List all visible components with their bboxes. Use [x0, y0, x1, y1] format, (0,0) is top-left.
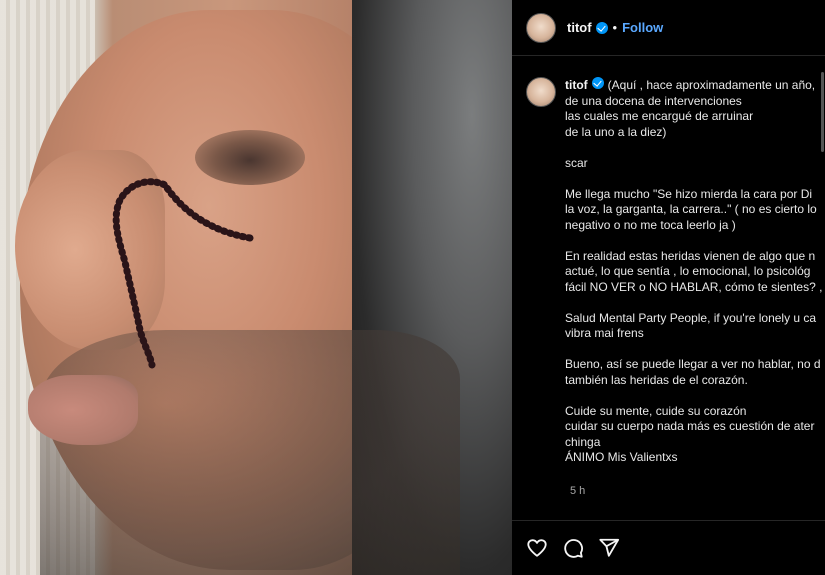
verified-badge-icon [595, 21, 608, 34]
like-button[interactable] [526, 537, 548, 559]
caption-line: Bueno, así se puede llegar a ver no habl… [565, 357, 821, 371]
caption-line: En realidad estas heridas vienen de algo… [565, 248, 816, 263]
caption-line: vibra mai frens [565, 326, 644, 340]
action-bar [512, 520, 825, 575]
caption-text: titof (Aquí , hace aproximadamente un año… [565, 77, 822, 466]
caption-line: las cuales me encargué de arruinar [565, 109, 754, 123]
caption-avatar[interactable] [526, 77, 556, 107]
stitches [112, 178, 254, 369]
caption-line: Me llega mucho "Se hizo mierda la cara p… [565, 186, 813, 201]
comment-icon [564, 539, 583, 558]
heart-icon [527, 539, 547, 557]
share-button[interactable] [598, 537, 620, 559]
author-username[interactable]: titof [567, 20, 592, 35]
caption-line: actué, lo que sentía , lo emocional, lo … [565, 264, 811, 278]
caption-line: cuidar su cuerpo nada más es cuestión de… [565, 419, 815, 433]
stitched-wound [112, 178, 254, 369]
caption-line: la voz, la garganta, la carrera.." ( no … [565, 202, 817, 216]
separator-dot: • [612, 20, 618, 35]
caption-line: Cuide su mente, cuide su corazón [565, 403, 747, 418]
scrollbar[interactable] [821, 72, 824, 152]
avatar[interactable] [526, 12, 556, 43]
caption-line: también las heridas de el corazón. [565, 372, 748, 387]
post-photo[interactable] [0, 0, 512, 575]
caption-line: chinga [565, 434, 601, 449]
caption-line: fácil NO VER o NO HABLAR, cómo te siente… [565, 279, 823, 294]
caption-line: de una docena de intervenciones [565, 93, 742, 108]
caption-line: scar [565, 155, 588, 170]
verified-badge-icon [591, 77, 604, 89]
post-timestamp[interactable]: 5 h [570, 485, 585, 497]
follow-button[interactable]: Follow [622, 20, 663, 35]
post-header: titof • Follow [512, 0, 825, 56]
caption: titof (Aquí , hace aproximadamente un año… [526, 77, 825, 466]
instagram-post-view: titof • Follow titof (Aquí , hace aproxim… [0, 0, 825, 575]
comments-area[interactable]: titof (Aquí , hace aproximadamente un año… [512, 57, 825, 512]
caption-line: de la uno a la diez) [565, 124, 667, 139]
post-side-panel: titof • Follow titof (Aquí , hace aproxim… [512, 0, 825, 575]
caption-line: Salud Mental Party People, if you're lon… [565, 310, 817, 325]
caption-username[interactable]: titof [565, 78, 588, 92]
caption-line: negativo o no me toca leerlo ja ) [565, 217, 736, 232]
caption-line: ÁNIMO Mis Valientxs [565, 450, 678, 464]
share-icon [599, 538, 620, 557]
caption-line: (Aquí , hace aproximadamente un año, [607, 78, 816, 92]
comment-button[interactable] [562, 537, 584, 559]
